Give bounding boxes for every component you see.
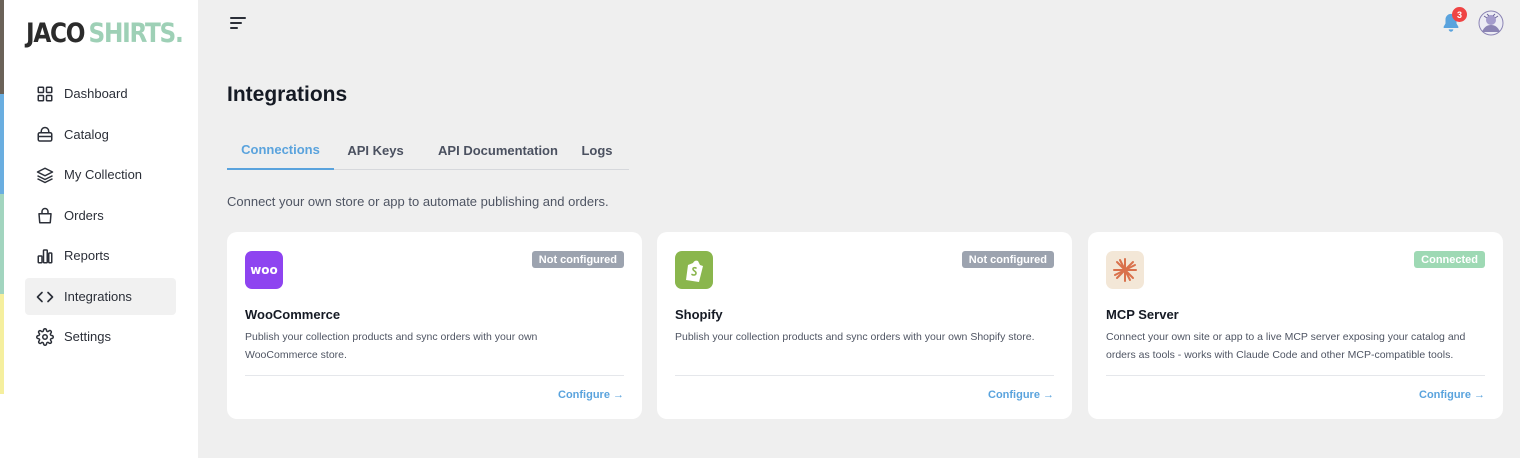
menu-icon[interactable] bbox=[229, 15, 247, 31]
sidebar-item-dashboard[interactable]: Dashboard bbox=[25, 75, 176, 112]
tab-api-keys[interactable]: API Keys bbox=[342, 130, 409, 170]
status-badge: Connected bbox=[1414, 251, 1485, 268]
integration-card-shopify: Not configured Shopify Publish your coll… bbox=[657, 232, 1072, 419]
layers-icon bbox=[36, 167, 54, 183]
status-badge: Not configured bbox=[531, 251, 624, 268]
sidebar-item-reports[interactable]: Reports bbox=[25, 237, 176, 274]
card-description: Publish your collection products and syn… bbox=[675, 331, 1035, 343]
configure-link[interactable]: Configure → bbox=[558, 389, 624, 401]
sidebar-item-label: Dashboard bbox=[64, 86, 128, 101]
configure-link[interactable]: Configure → bbox=[1419, 389, 1485, 401]
card-description: Connect your own site or app to a live M… bbox=[1106, 331, 1466, 361]
card-title: MCP Server bbox=[1106, 307, 1179, 322]
mcp-logo-icon bbox=[1106, 251, 1144, 289]
integrations-tabs: Connections API Keys API Documentation L… bbox=[227, 130, 629, 170]
notification-count-badge: 3 bbox=[1452, 7, 1467, 22]
sidebar-item-label: Catalog bbox=[64, 127, 109, 142]
gear-icon bbox=[36, 327, 54, 346]
brand-logo-part2: SHIRTS. bbox=[88, 18, 184, 49]
card-divider bbox=[675, 375, 1054, 376]
integration-card-mcp-server: Connected MCP Server Connect your own si… bbox=[1088, 232, 1503, 419]
brand-stripe-segment bbox=[0, 0, 4, 94]
sidebar-item-orders[interactable]: Orders bbox=[25, 197, 176, 234]
brand-stripe-segment bbox=[0, 94, 4, 194]
sidebar-item-label: Integrations bbox=[64, 289, 132, 304]
intro-text: Connect your own store or app to automat… bbox=[227, 194, 609, 209]
card-title: WooCommerce bbox=[245, 307, 341, 322]
card-title: Shopify bbox=[675, 307, 723, 322]
shopify-bag-icon bbox=[686, 260, 703, 282]
brand-logo[interactable]: JACO SHIRTS. bbox=[26, 18, 184, 49]
bag-icon bbox=[38, 207, 52, 223]
integration-card-woocommerce: woo Not configured WooCommerce Publish y… bbox=[227, 232, 642, 419]
bar-chart-icon bbox=[37, 248, 53, 263]
configure-link[interactable]: Configure → bbox=[988, 389, 1054, 401]
page-title: Integrations bbox=[227, 83, 348, 106]
shopify-logo-icon bbox=[675, 251, 713, 289]
basket-icon bbox=[37, 126, 53, 142]
card-description: Publish your collection products and syn… bbox=[245, 331, 538, 361]
avatar-icon[interactable] bbox=[1478, 10, 1504, 36]
tab-connections[interactable]: Connections bbox=[227, 130, 334, 170]
code-icon bbox=[36, 291, 54, 302]
woo-logo-icon: woo bbox=[245, 251, 283, 289]
sidebar-item-settings[interactable]: Settings bbox=[25, 318, 176, 355]
sidebar-item-integrations[interactable]: Integrations bbox=[25, 278, 176, 315]
sidebar-item-label: Settings bbox=[64, 329, 111, 344]
card-divider bbox=[1106, 375, 1485, 376]
sidebar-item-my-collection[interactable]: My Collection bbox=[25, 156, 176, 193]
status-badge: Not configured bbox=[961, 251, 1054, 268]
card-divider bbox=[245, 375, 624, 376]
brand-stripe-segment bbox=[0, 294, 4, 394]
sidebar-item-label: Orders bbox=[64, 208, 104, 223]
tab-logs[interactable]: Logs bbox=[579, 130, 615, 170]
sidebar-item-catalog[interactable]: Catalog bbox=[25, 116, 176, 153]
woo-logo-text: woo bbox=[250, 263, 278, 277]
sidebar: JACO SHIRTS. Dashboard Catalog My Collect… bbox=[0, 0, 198, 458]
brand-stripe-segment bbox=[0, 194, 4, 294]
mcp-burst-icon bbox=[1113, 258, 1137, 282]
brand-logo-part1: JACO bbox=[26, 18, 86, 49]
sidebar-item-label: Reports bbox=[64, 248, 110, 263]
grid-icon bbox=[37, 86, 53, 101]
sidebar-item-label: My Collection bbox=[64, 167, 143, 182]
tab-api-documentation[interactable]: API Documentation bbox=[427, 130, 569, 170]
